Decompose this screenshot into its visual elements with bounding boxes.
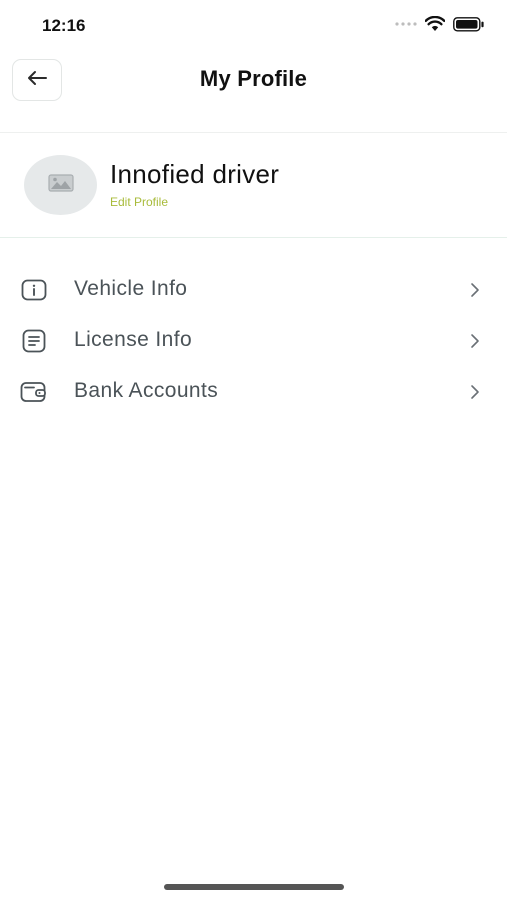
menu-item-vehicle-info[interactable]: Vehicle Info [0, 265, 507, 316]
chevron-right-icon [469, 383, 481, 401]
info-icon [20, 278, 48, 302]
avatar[interactable] [24, 155, 97, 215]
battery-icon [453, 16, 485, 32]
status-icons [395, 16, 485, 32]
document-icon [20, 329, 48, 353]
menu-item-bank-accounts[interactable]: Bank Accounts [0, 367, 507, 418]
profile-name: Innofied driver [110, 159, 280, 189]
edit-profile-link[interactable]: Edit Profile [110, 195, 168, 209]
image-placeholder-icon [47, 173, 74, 197]
wallet-icon [20, 380, 48, 404]
status-time: 12:16 [42, 16, 86, 35]
wifi-icon [425, 16, 445, 32]
menu-item-license-info[interactable]: License Info [0, 316, 507, 367]
chevron-right-icon [469, 281, 481, 299]
profile-section: Innofied driver Edit Profile [0, 133, 507, 238]
page-title: My Profile [199, 66, 308, 91]
status-bar: 12:16 [0, 0, 507, 52]
chevron-right-icon [469, 332, 481, 350]
cellular-signal-icon [395, 20, 417, 28]
menu-item-label: Bank Accounts [74, 379, 219, 402]
profile-menu: Vehicle Info License Info Bank Accounts [0, 265, 507, 418]
menu-item-label: Vehicle Info [74, 277, 188, 300]
header: My Profile [0, 52, 507, 133]
home-indicator[interactable] [164, 884, 344, 890]
menu-item-label: License Info [74, 328, 193, 351]
